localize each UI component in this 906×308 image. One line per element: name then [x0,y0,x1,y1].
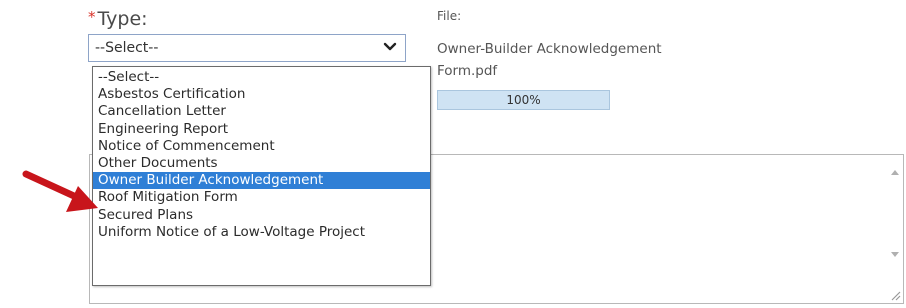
red-arrow-icon [22,170,98,212]
type-select-value: --Select-- [95,40,159,56]
upload-progress-bar: 100% [437,90,610,110]
upload-progress-text: 100% [506,93,541,107]
file-name-line1: Owner-Builder Acknowledgement [437,41,662,57]
resize-grip-icon[interactable] [889,289,901,301]
dropdown-option[interactable]: Roof Mitigation Form [93,189,430,206]
file-label: File: [437,9,462,23]
chevron-down-icon [383,42,397,51]
required-marker: * [88,8,96,26]
type-dropdown-list[interactable]: --Select-- Asbestos Certification Cancella… [92,66,431,286]
dropdown-option[interactable]: Secured Plans [93,207,430,224]
type-select[interactable]: --Select-- [88,34,406,62]
type-label: * Type: [88,8,148,30]
dropdown-option[interactable]: Owner Builder Acknowledgement [93,172,430,190]
dropdown-option[interactable]: --Select-- [93,69,430,86]
dropdown-option[interactable]: Uniform Notice of a Low-Voltage Project [93,224,430,241]
dropdown-option[interactable]: Cancellation Letter [93,103,430,120]
dropdown-option[interactable]: Notice of Commencement [93,138,430,155]
dropdown-option[interactable]: Engineering Report [93,121,430,138]
scroll-down-icon[interactable] [891,252,899,258]
scroll-up-icon[interactable] [891,169,899,175]
type-label-text: Type: [97,8,148,30]
file-name-line2: Form.pdf [437,63,498,79]
dropdown-option[interactable]: Asbestos Certification [93,86,430,103]
dropdown-option[interactable]: Other Documents [93,155,430,172]
file-name: Owner-Builder Acknowledgement Form.pdf [437,38,737,82]
